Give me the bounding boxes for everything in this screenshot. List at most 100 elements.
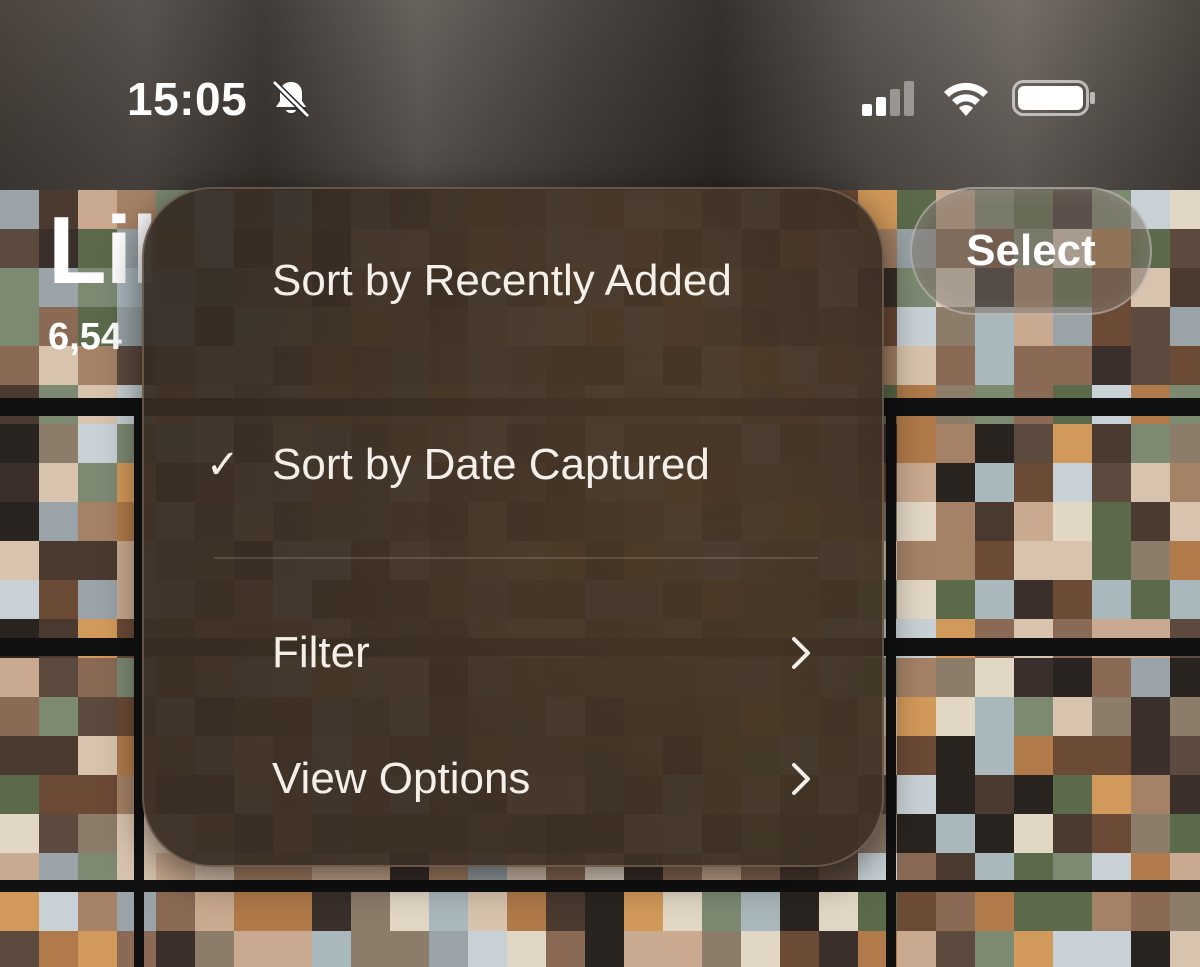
thumbnail-pixel [936,658,975,697]
chevron-right-icon [792,763,810,795]
thumbnail-pixel [936,580,975,619]
thumbnail-pixel [0,931,39,967]
thumbnail-pixel [1092,658,1131,697]
thumbnail-pixel [78,931,117,967]
thumbnail-pixel [0,580,39,619]
thumbnail-pixel [1170,658,1200,697]
thumbnail-pixel [1170,892,1200,931]
thumbnail-pixel [897,463,936,502]
thumbnail-pixel [897,307,936,346]
thumbnail-pixel [1092,892,1131,931]
thumbnail-pixel [78,424,117,463]
thumbnail-pixel [1014,892,1053,931]
thumbnail-pixel [1014,346,1053,385]
thumbnail-pixel [1092,775,1131,814]
thumbnail-pixel [1014,814,1053,853]
cellular-signal-icon [862,81,914,116]
thumbnail-pixel [234,931,273,967]
thumbnail-pixel [78,502,117,541]
thumbnail-pixel [0,190,39,229]
thumbnail-pixel [78,775,117,814]
thumbnail-pixel [1170,463,1200,502]
thumbnail-pixel [1131,463,1170,502]
thumbnail-pixel [702,892,741,931]
thumbnail-pixel [351,931,390,967]
thumbnail-pixel [897,931,936,967]
thumbnail-pixel [897,892,936,931]
thumbnail-pixel [1092,697,1131,736]
thumbnail-pixel [936,502,975,541]
thumbnail-pixel [975,424,1014,463]
thumbnail-pixel [0,463,39,502]
grid-separator [886,400,896,967]
thumbnail-pixel [0,346,39,385]
thumbnail-pixel [1131,775,1170,814]
thumbnail-pixel [1053,502,1092,541]
thumbnail-pixel [1092,424,1131,463]
menu-item-sort-date-captured[interactable]: ✓ Sort by Date Captured [144,435,882,495]
thumbnail-pixel [1131,424,1170,463]
menu-item-label: Sort by Date Captured [272,440,710,489]
thumbnail-pixel [312,931,351,967]
thumbnail-pixel [273,931,312,967]
thumbnail-pixel [1014,775,1053,814]
menu-item-filter[interactable]: Filter [144,623,882,683]
thumbnail-pixel [1170,346,1200,385]
thumbnail-pixel [1131,931,1170,967]
thumbnail-pixel [39,463,78,502]
thumbnail-pixel [0,814,39,853]
thumbnail-pixel [1092,346,1131,385]
thumbnail-pixel [39,736,78,775]
thumbnail-pixel [1053,580,1092,619]
grid-separator [0,880,1200,892]
thumbnail-pixel [234,892,273,931]
thumbnail-pixel [78,892,117,931]
checkmark-icon: ✓ [206,443,240,487]
thumbnail-pixel [546,931,585,967]
thumbnail-pixel [78,463,117,502]
thumbnail-pixel [1131,736,1170,775]
thumbnail-pixel [39,697,78,736]
thumbnail-pixel [1170,814,1200,853]
menu-item-sort-recently-added[interactable]: Sort by Recently Added [144,251,882,391]
thumbnail-pixel [1053,931,1092,967]
thumbnail-pixel [1131,346,1170,385]
thumbnail-pixel [936,892,975,931]
thumbnail-pixel [1053,814,1092,853]
thumbnail-pixel [39,814,78,853]
thumbnail-pixel [0,892,39,931]
thumbnail-pixel [0,268,39,307]
thumbnail-pixel [1092,931,1131,967]
thumbnail-pixel [1092,736,1131,775]
thumbnail-pixel [195,931,234,967]
thumbnail-pixel [936,931,975,967]
thumbnail-pixel [585,931,624,967]
thumbnail-pixel [1053,736,1092,775]
thumbnail-pixel [39,931,78,967]
thumbnail-pixel [1131,307,1170,346]
thumbnail-pixel [1131,697,1170,736]
sort-options-menu: Sort by Recently Added ✓ Sort by Date Ca… [142,187,884,867]
thumbnail-pixel [0,424,39,463]
thumbnail-pixel [78,736,117,775]
menu-item-label: Filter [272,628,370,677]
thumbnail-pixel [39,424,78,463]
thumbnail-pixel [975,346,1014,385]
thumbnail-pixel [780,931,819,967]
thumbnail-pixel [312,892,351,931]
menu-item-view-options[interactable]: View Options [144,749,882,809]
thumbnail-pixel [975,502,1014,541]
thumbnail-pixel [351,892,390,931]
thumbnail-pixel [78,658,117,697]
thumbnail-pixel [663,931,702,967]
select-button-label: Select [966,226,1096,275]
thumbnail-pixel [507,892,546,931]
thumbnail-pixel [975,463,1014,502]
thumbnail-pixel [1170,541,1200,580]
thumbnail-pixel [0,697,39,736]
thumbnail-pixel [1131,892,1170,931]
thumbnail-pixel [936,814,975,853]
thumbnail-pixel [897,502,936,541]
thumbnail-pixel [468,931,507,967]
select-button[interactable]: Select [910,187,1152,315]
